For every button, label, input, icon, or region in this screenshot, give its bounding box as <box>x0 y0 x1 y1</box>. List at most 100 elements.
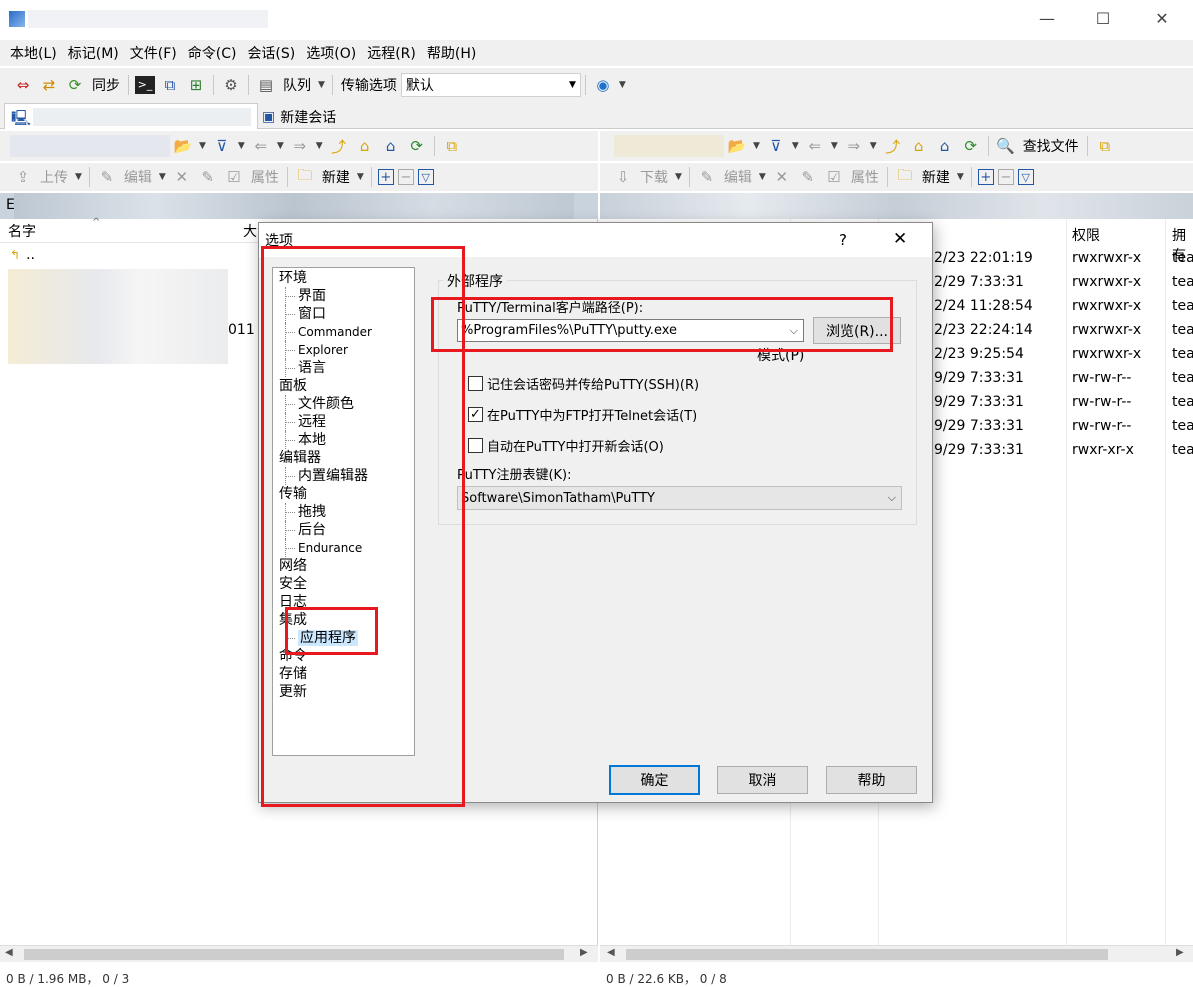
auto-open-checkbox[interactable]: 自动在PuTTY中打开新会话(O) <box>468 436 664 455</box>
chevron-down-icon[interactable]: ▼ <box>957 172 964 182</box>
folder-open-icon[interactable]: 📂 <box>172 135 194 157</box>
chevron-down-icon[interactable]: ▼ <box>792 141 799 151</box>
select-minus-icon[interactable]: − <box>397 169 414 185</box>
delete-icon[interactable]: ✕ <box>771 166 793 188</box>
chevron-down-icon[interactable]: ▼ <box>357 172 364 182</box>
remember-password-checkbox[interactable]: 记住会话密码并传给PuTTY(SSH)(R) <box>468 374 699 393</box>
putty-icon[interactable]: ⧉ <box>159 74 181 96</box>
local-scroll-thumb[interactable] <box>24 949 564 960</box>
bookmark-icon[interactable]: ⧉ <box>1094 135 1116 157</box>
transfer-options-select[interactable]: 默认 ▼ <box>400 72 581 97</box>
remote-scroll-thumb[interactable] <box>626 949 1108 960</box>
chevron-down-icon[interactable]: ▼ <box>277 141 284 151</box>
forward-icon[interactable]: ⇒ <box>843 135 865 157</box>
root-dir-icon[interactable]: ⌂ <box>354 135 376 157</box>
local-hscrollbar[interactable]: ◀ ▶ <box>0 945 598 962</box>
edit-icon[interactable]: ✎ <box>96 166 118 188</box>
chevron-down-icon[interactable]: ▼ <box>238 141 245 151</box>
dialog-close-icon[interactable]: ✕ <box>893 229 907 249</box>
cancel-button[interactable]: 取消 <box>717 766 808 794</box>
queue-label[interactable]: 队列 <box>283 75 311 95</box>
scroll-left-icon[interactable]: ◀ <box>5 947 13 958</box>
new-label[interactable]: 新建 <box>322 167 350 187</box>
search-icon[interactable]: 🔍 <box>995 135 1017 157</box>
refresh-icon[interactable]: ⟳ <box>960 135 982 157</box>
remote-col-perm-header[interactable]: 权限 <box>1072 225 1100 245</box>
home-icon[interactable]: ⌂ <box>380 135 402 157</box>
chevron-down-icon[interactable]: ▼ <box>759 172 766 182</box>
menu-item-7[interactable]: 帮助(H) <box>427 43 476 63</box>
forward-icon[interactable]: ⇒ <box>289 135 311 157</box>
folder-open-icon[interactable]: 📂 <box>726 135 748 157</box>
globe-icon[interactable]: ◉ <box>592 74 614 96</box>
select-minus-icon[interactable]: − <box>997 169 1014 185</box>
back-icon[interactable]: ⇐ <box>804 135 826 157</box>
new-folder-icon[interactable]: 🗀 <box>894 166 916 188</box>
chevron-down-icon[interactable]: ▼ <box>870 141 877 151</box>
chevron-down-icon[interactable]: ▼ <box>619 80 626 90</box>
remote-path-blurred[interactable] <box>614 135 724 157</box>
menu-item-4[interactable]: 会话(S) <box>247 43 295 63</box>
registry-key-select[interactable]: Software\SimonTatham\PuTTY ⌵ <box>457 486 902 510</box>
properties-icon[interactable]: ☑ <box>223 166 245 188</box>
close-button[interactable]: ✕ <box>1139 8 1185 30</box>
parent-dir-icon[interactable]: ⤴ <box>882 135 904 157</box>
home-icon[interactable]: ⌂ <box>934 135 956 157</box>
session-tab-active[interactable]: 🖳 <box>4 103 258 129</box>
upload-icon[interactable]: ⇪ <box>12 166 34 188</box>
compare-dirs-icon[interactable]: ⇔ <box>12 74 34 96</box>
sync-label[interactable]: 同步 <box>92 75 120 95</box>
select-plus-icon[interactable]: + <box>977 169 994 185</box>
sync-icon[interactable]: ⟳ <box>64 74 86 96</box>
transfer-icon[interactable]: ⊞ <box>185 74 207 96</box>
ok-button[interactable]: 确定 <box>609 765 700 795</box>
edit-icon[interactable]: ✎ <box>696 166 718 188</box>
download-label[interactable]: 下载 <box>640 167 668 187</box>
parent-dir-icon[interactable]: ⤴ <box>328 135 350 157</box>
minimize-button[interactable]: — <box>1024 8 1070 30</box>
chevron-down-icon[interactable]: ▼ <box>753 141 760 151</box>
chevron-down-icon[interactable]: ▼ <box>318 80 325 90</box>
chevron-down-icon[interactable]: ▼ <box>675 172 682 182</box>
refresh-icon[interactable]: ⟳ <box>406 135 428 157</box>
terminal-icon[interactable]: >_ <box>135 75 155 94</box>
properties-label[interactable]: 属性 <box>251 167 279 187</box>
root-dir-icon[interactable]: ⌂ <box>908 135 930 157</box>
telnet-checkbox[interactable]: ✓ 在PuTTY中为FTP打开Telnet会话(T) <box>468 405 697 424</box>
delete-icon[interactable]: ✕ <box>171 166 193 188</box>
chevron-down-icon[interactable]: ▼ <box>831 141 838 151</box>
find-files-label[interactable]: 查找文件 <box>1023 136 1079 156</box>
scroll-left-icon[interactable]: ◀ <box>607 947 615 958</box>
filter-icon[interactable]: ⊽ <box>765 135 787 157</box>
menu-item-5[interactable]: 选项(O) <box>306 43 356 63</box>
help-icon[interactable]: ? <box>839 231 847 249</box>
rename-icon[interactable]: ✎ <box>197 166 219 188</box>
gear-icon[interactable]: ⚙ <box>220 74 242 96</box>
menu-item-1[interactable]: 标记(M) <box>68 43 119 63</box>
chevron-down-icon[interactable]: ▼ <box>75 172 82 182</box>
col-size-header[interactable]: 大 <box>235 221 257 241</box>
filter-icon[interactable]: ⊽ <box>211 135 233 157</box>
maximize-button[interactable]: ☐ <box>1080 8 1126 30</box>
queue-icon[interactable]: ▤ <box>255 74 277 96</box>
chevron-down-icon[interactable]: ▼ <box>159 172 166 182</box>
sync-browse-icon[interactable]: ⇄ <box>38 74 60 96</box>
new-label[interactable]: 新建 <box>922 167 950 187</box>
select-filter-icon[interactable]: ▽ <box>1017 169 1034 185</box>
edit-label[interactable]: 编辑 <box>124 167 152 187</box>
local-path-blurred[interactable] <box>10 135 170 157</box>
rename-icon[interactable]: ✎ <box>797 166 819 188</box>
select-filter-icon[interactable]: ▽ <box>417 169 434 185</box>
remote-hscrollbar[interactable]: ◀ ▶ <box>600 945 1193 962</box>
bookmark-icon[interactable]: ⧉ <box>441 135 463 157</box>
properties-icon[interactable]: ☑ <box>823 166 845 188</box>
new-session-tab[interactable]: ▣ 新建会话 <box>262 105 356 129</box>
back-icon[interactable]: ⇐ <box>250 135 272 157</box>
menu-item-0[interactable]: 本地(L) <box>10 43 57 63</box>
help-button[interactable]: 帮助 <box>826 766 917 794</box>
properties-label[interactable]: 属性 <box>851 167 879 187</box>
chevron-down-icon[interactable]: ▼ <box>199 141 206 151</box>
download-icon[interactable]: ⇩ <box>612 166 634 188</box>
menu-item-3[interactable]: 命令(C) <box>188 43 237 63</box>
upload-label[interactable]: 上传 <box>40 167 68 187</box>
